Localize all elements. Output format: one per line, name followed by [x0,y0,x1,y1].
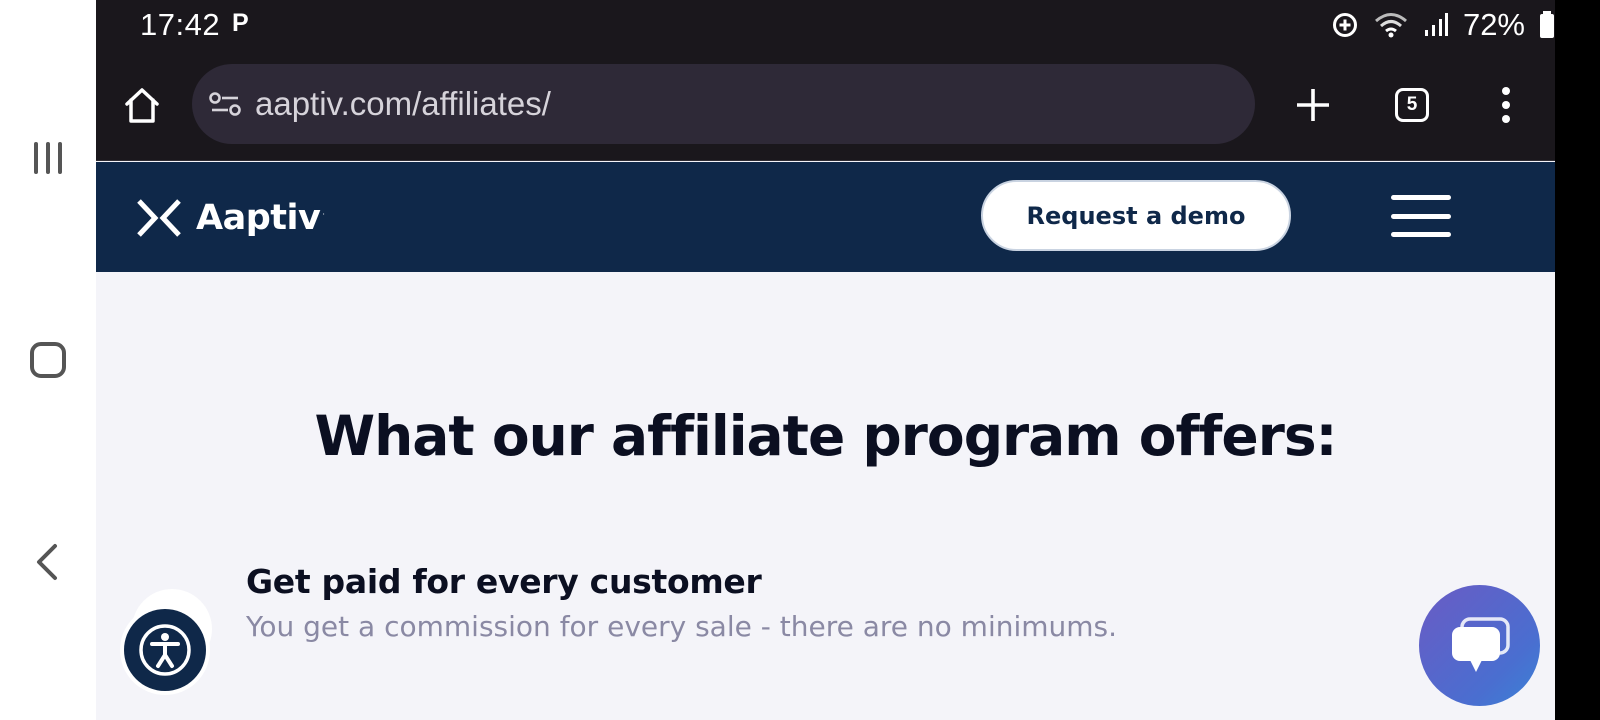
home-icon [125,88,159,123]
wifi-icon [1374,13,1407,38]
brand-logo[interactable]: Aaptiv · [136,194,325,242]
browser-menu-button[interactable] [1482,81,1530,129]
browser-screen: 17:42 P 72% aaptiv.com/affiliates/ 5 Aap… [96,0,1555,720]
accessibility-icon [139,624,191,676]
brand-trademark: · [322,209,325,219]
accessibility-button[interactable] [120,605,210,695]
status-bar: 17:42 P 72% [96,0,1555,50]
more-vert-icon [1502,87,1510,123]
request-demo-button[interactable]: Request a demo [981,180,1291,251]
plus-icon [1297,89,1329,121]
hamburger-bar [1391,213,1451,219]
data-saver-icon [1332,13,1357,37]
back-icon [37,544,57,580]
system-navigation-bar [0,0,96,720]
accessibility-icon-bg [124,609,206,691]
battery-icon [1540,11,1554,38]
browser-toolbar: aaptiv.com/affiliates/ 5 [96,50,1555,161]
chat-button[interactable] [1419,585,1540,706]
back-button[interactable] [24,538,72,586]
tab-count: 5 [1406,94,1418,115]
signal-icon [1424,13,1448,36]
feature-title: Get paid for every customer [246,562,762,601]
hamburger-menu-button[interactable] [1391,190,1451,242]
section-heading: What our affiliate program offers: [314,404,1337,468]
brand-name: Aaptiv [196,198,321,238]
hamburger-bar [1391,232,1451,237]
status-time: 17:42 [140,7,221,42]
device-screen: 17:42 P 72% aaptiv.com/affiliates/ 5 Aap… [0,0,1600,720]
site-info-button[interactable] [207,86,243,122]
home-nav-icon [30,342,66,378]
address-bar[interactable]: aaptiv.com/affiliates/ [192,64,1255,144]
browser-home-button[interactable] [118,81,166,129]
chat-icon [1451,616,1510,672]
site-header: Aaptiv · Request a demo [96,162,1555,272]
url-text[interactable]: aaptiv.com/affiliates/ [255,85,551,123]
screen-edge [1555,0,1600,720]
new-tab-button[interactable] [1289,81,1337,129]
aaptiv-logo-icon [137,199,181,237]
tab-switcher-button[interactable]: 5 [1388,81,1436,129]
recents-button[interactable] [24,134,72,182]
recents-icon [34,142,62,174]
status-icons: 72% [1331,7,1555,42]
notification-p-icon: P [232,9,249,37]
tabs-icon: 5 [1395,88,1429,122]
hamburger-bar [1391,195,1451,200]
battery-percent: 72% [1462,7,1525,42]
home-nav-button[interactable] [24,336,72,384]
site-info-icon [209,92,241,116]
feature-description: You get a commission for every sale - th… [246,610,1118,643]
